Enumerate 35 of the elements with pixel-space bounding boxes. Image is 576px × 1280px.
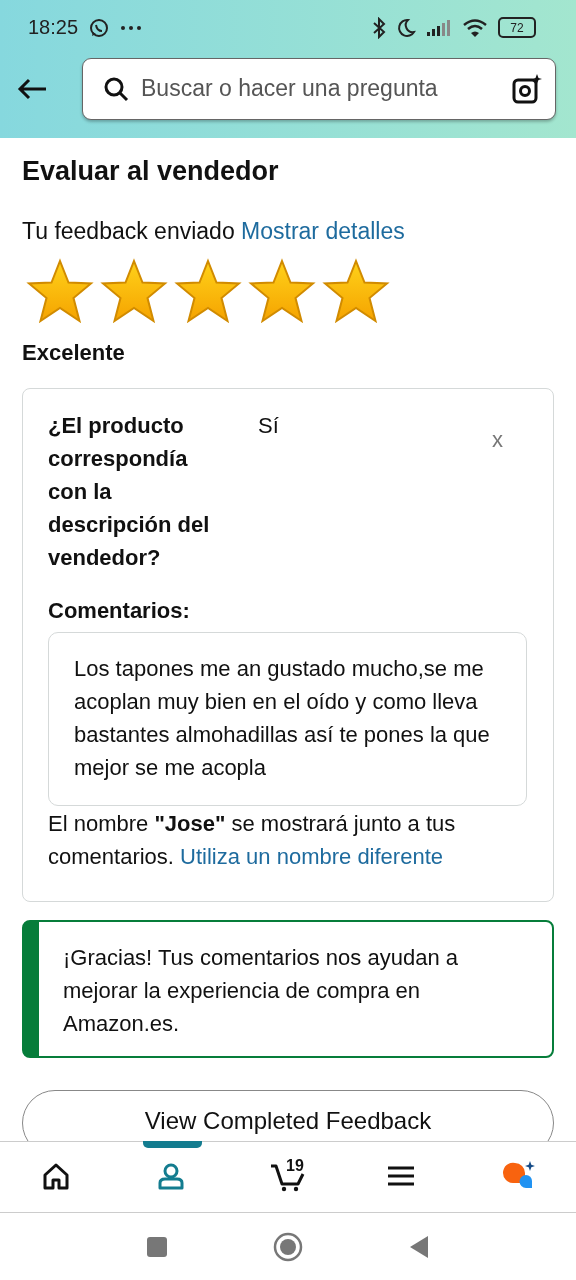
details-link[interactable]: Mostrar detalles xyxy=(241,218,405,244)
bluetooth-icon xyxy=(372,16,386,39)
page-title: Evaluar al vendedor xyxy=(22,155,280,188)
rating-label: Excelente xyxy=(22,340,126,366)
thanks-text: ¡Gracias! Tus comentarios nos ayudan a mejorar la experiencia de compra en Amazon.es. xyxy=(63,944,459,1038)
question-text: ¿El producto correspondía con la descripción del vendedor? xyxy=(48,412,211,572)
recent-apps-icon[interactable] xyxy=(146,1235,168,1258)
feedback-label: Tu feedback enviado xyxy=(22,218,235,244)
battery-icon: 72 xyxy=(498,17,536,38)
comment-text-box: Los tapones me an gustado mucho,se me acoplan muy bien en el oído y como lleva bastantes almohadillas así te pones la que mejor se me acopla xyxy=(48,632,527,806)
search-bar[interactable]: Buscar o hacer una pregunta xyxy=(82,57,556,120)
change-name-link[interactable]: Utiliza un nombre diferente xyxy=(180,844,443,869)
star-icon xyxy=(248,258,316,326)
close-button[interactable]: x xyxy=(492,427,503,453)
search-icon xyxy=(103,75,129,102)
chat-app-icon xyxy=(88,16,111,39)
home-circle-icon[interactable] xyxy=(273,1231,303,1262)
star-icon xyxy=(26,258,94,326)
star-icon xyxy=(322,258,390,326)
view-feedback-button[interactable]: View Completed Feedback xyxy=(22,1090,554,1141)
more-icon xyxy=(120,23,143,32)
back-triangle-icon[interactable] xyxy=(408,1234,430,1259)
star-icon xyxy=(100,258,168,326)
star-icon xyxy=(174,258,242,326)
comments-label: Comentarios: xyxy=(48,597,191,625)
answer-text: Sí xyxy=(258,412,280,440)
back-arrow-icon[interactable] xyxy=(16,76,48,101)
wifi-icon xyxy=(462,17,488,38)
cart-count: 19 xyxy=(286,1157,304,1175)
moon-icon xyxy=(396,17,416,38)
status-time: 18:25 xyxy=(28,16,79,39)
search-input[interactable]: Buscar o hacer una pregunta xyxy=(141,75,499,102)
camera-icon[interactable] xyxy=(511,72,543,105)
signal-icon xyxy=(426,18,452,37)
name-note-text: El nombre "Jose" se mostrará junto a tus comentarios. Utiliza un nombre diferente xyxy=(48,810,457,871)
